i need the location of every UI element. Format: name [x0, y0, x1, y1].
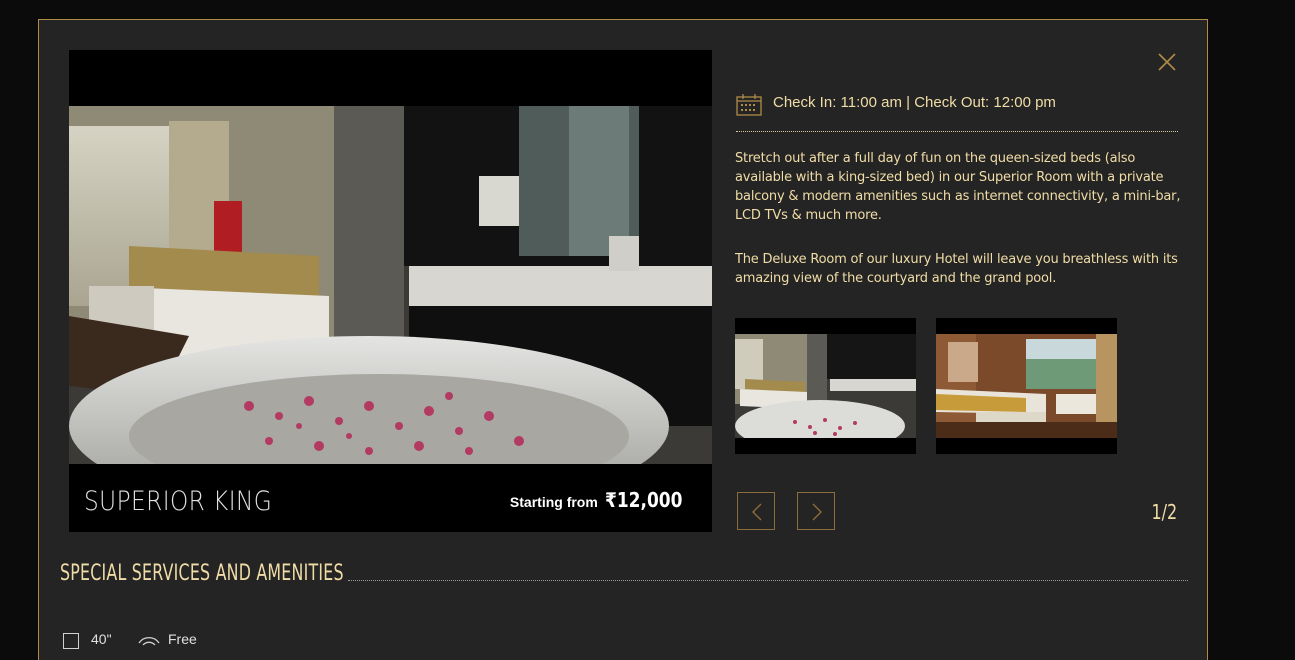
close-icon	[1158, 53, 1176, 71]
main-gallery: SUPERIOR KING Starting from ₹12,000	[69, 50, 712, 532]
description-paragraph: Stretch out after a full day of fun on t…	[735, 151, 1181, 223]
calendar-icon	[736, 94, 762, 116]
price-value: ₹12,000	[604, 488, 683, 512]
description-paragraph: The Deluxe Room of our luxury Hotel will…	[735, 252, 1178, 286]
next-button[interactable]	[797, 492, 835, 530]
prev-button[interactable]	[737, 492, 775, 530]
room-description: Stretch out after a full day of fun on t…	[735, 149, 1181, 313]
room-main-photo	[69, 106, 712, 464]
thumbnail-2[interactable]	[936, 318, 1117, 454]
room-details-modal: SUPERIOR KING Starting from ₹12,000 Chec…	[38, 19, 1208, 660]
thumbnail-1[interactable]	[735, 318, 916, 454]
tv-icon	[63, 633, 79, 649]
amenity-tv-label: 40"	[91, 631, 112, 647]
room-caption: SUPERIOR KING Starting from ₹12,000	[69, 474, 712, 532]
amenities-title: SPECIAL SERVICES AND AMENITIES	[60, 561, 344, 586]
room-price: Starting from ₹12,000	[510, 488, 696, 512]
chevron-left-icon	[752, 503, 762, 521]
checkin-text: Check In: 11:00 am | Check Out: 12:00 pm	[773, 94, 1056, 111]
pagination-counter: 1/2	[1151, 500, 1177, 524]
chevron-right-icon	[812, 503, 822, 521]
close-button[interactable]	[1157, 52, 1177, 72]
checkin-info: Check In: 11:00 am | Check Out: 12:00 pm	[736, 93, 1178, 132]
room-name: SUPERIOR KING	[84, 486, 273, 517]
section-divider	[348, 580, 1188, 581]
amenity-wifi-label: Free	[168, 631, 197, 647]
price-label: Starting from	[509, 494, 598, 510]
wifi-icon	[138, 637, 160, 646]
